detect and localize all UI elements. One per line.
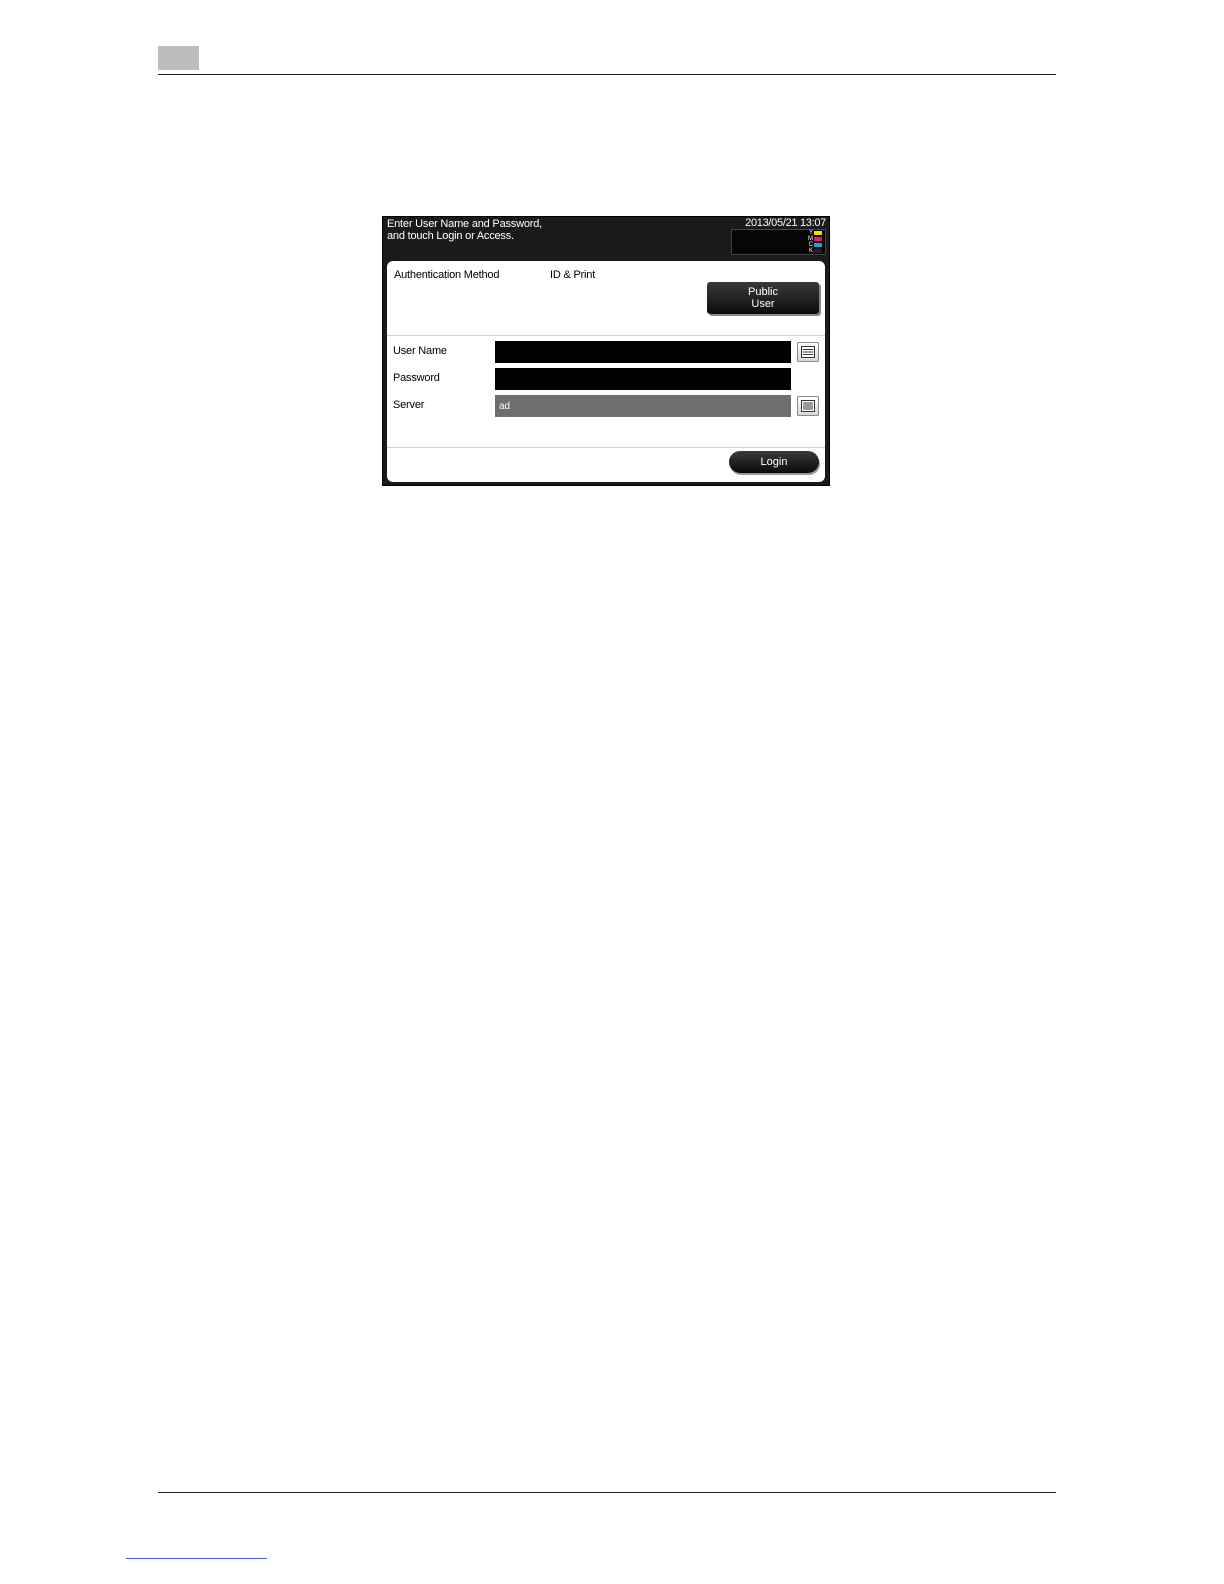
public-user-line-2: User bbox=[751, 298, 775, 310]
auth-method-label: Authentication Method bbox=[394, 269, 500, 281]
toner-black: K bbox=[809, 248, 822, 254]
divider-top bbox=[387, 335, 825, 336]
instruction-line-2: and touch Login or Access. bbox=[387, 230, 514, 242]
footer-link-underline bbox=[126, 1558, 267, 1559]
date-time: 2013/05/21 13:07 bbox=[745, 217, 826, 229]
page-number-tab bbox=[158, 46, 199, 70]
list-icon bbox=[801, 400, 815, 412]
keyboard-icon bbox=[801, 346, 815, 358]
instruction-line-1: Enter User Name and Password, bbox=[387, 218, 542, 230]
user-name-field[interactable] bbox=[495, 341, 791, 363]
server-label: Server bbox=[393, 399, 425, 411]
auth-method-value: ID & Print bbox=[550, 269, 596, 281]
toner-level-indicator: Y M C K bbox=[731, 229, 826, 255]
footer-rule bbox=[158, 1492, 1056, 1493]
divider-bottom bbox=[387, 447, 825, 448]
user-name-keyboard-button[interactable] bbox=[797, 342, 819, 362]
login-button[interactable]: Login bbox=[729, 451, 819, 473]
public-user-button[interactable]: Public User bbox=[707, 282, 819, 314]
server-list-button[interactable] bbox=[797, 396, 819, 416]
login-form: Authentication Method ID & Print Public … bbox=[387, 261, 825, 482]
public-user-line-1: Public bbox=[748, 286, 778, 298]
password-label: Password bbox=[393, 372, 440, 384]
instruction-message: Enter User Name and Password, and touch … bbox=[387, 218, 542, 242]
user-name-label: User Name bbox=[393, 345, 447, 357]
server-field[interactable] bbox=[495, 395, 791, 417]
login-screen-panel: Enter User Name and Password, and touch … bbox=[382, 216, 830, 486]
header-rule bbox=[158, 74, 1056, 75]
password-field[interactable] bbox=[495, 368, 791, 390]
